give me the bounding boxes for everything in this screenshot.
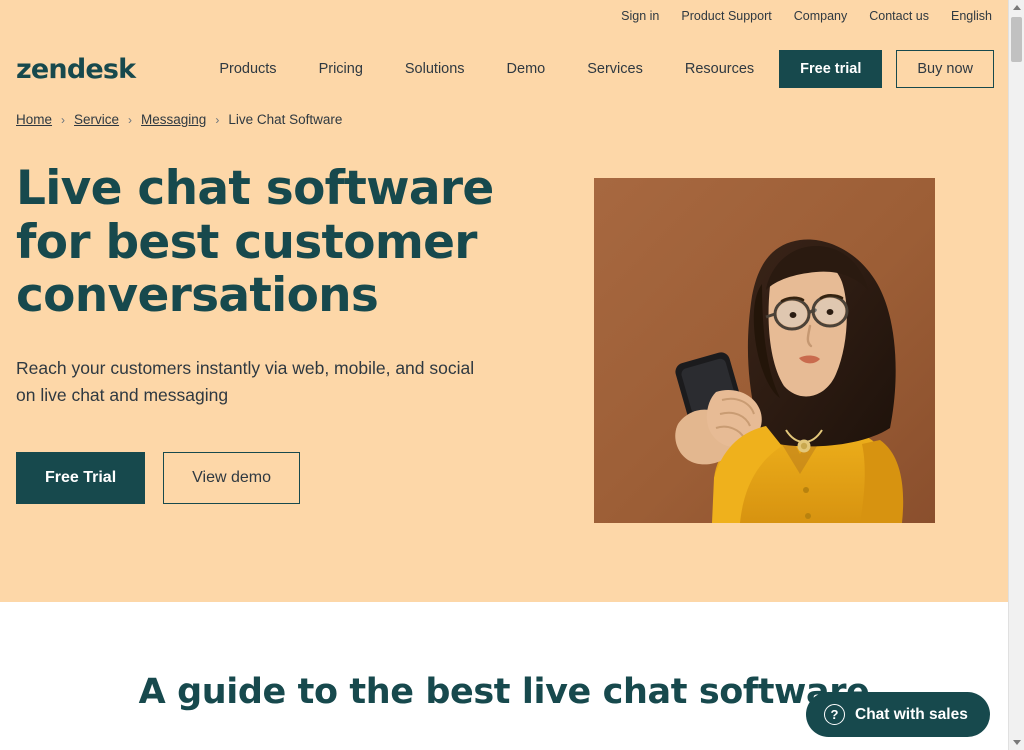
- breadcrumb-separator-icon: ›: [128, 112, 133, 127]
- utility-link-contact-us[interactable]: Contact us: [869, 10, 929, 23]
- utility-link-product-support[interactable]: Product Support: [681, 10, 771, 23]
- utility-link-language[interactable]: English: [951, 10, 992, 23]
- buy-now-button[interactable]: Buy now: [896, 49, 994, 89]
- page-title: Live chat software for best customer con…: [16, 161, 494, 324]
- scroll-down-arrow-icon[interactable]: [1009, 735, 1024, 750]
- scrollbar-thumb[interactable]: [1011, 17, 1022, 62]
- nav-item-pricing[interactable]: Pricing: [319, 61, 363, 77]
- breadcrumb-separator-icon: ›: [61, 112, 66, 127]
- breadcrumb-item-service[interactable]: Service: [74, 112, 119, 127]
- nav-item-products[interactable]: Products: [219, 61, 276, 77]
- header-cta-group: Free trial Buy now: [779, 49, 994, 89]
- hero-view-demo-button[interactable]: View demo: [163, 451, 301, 504]
- chat-widget-label: Chat with sales: [855, 705, 968, 723]
- vertical-scrollbar[interactable]: [1008, 0, 1024, 750]
- hero-image-illustration: [594, 178, 935, 523]
- browser-page: Sign in Product Support Company Contact …: [0, 0, 1024, 750]
- hero-image: [594, 178, 935, 523]
- chat-with-sales-button[interactable]: ? Chat with sales: [806, 692, 990, 737]
- nav-item-demo[interactable]: Demo: [507, 61, 546, 77]
- main-navigation: zendesk Products Pricing Solutions Demo …: [0, 40, 1008, 98]
- utility-nav: Sign in Product Support Company Contact …: [0, 0, 1008, 28]
- hero-content: Live chat software for best customer con…: [16, 162, 556, 504]
- nav-item-services[interactable]: Services: [587, 61, 643, 77]
- breadcrumb-item-current: Live Chat Software: [228, 112, 343, 127]
- hero-subtitle: Reach your customers instantly via web, …: [16, 357, 475, 405]
- nav-item-solutions[interactable]: Solutions: [405, 61, 465, 77]
- nav-links: Products Pricing Solutions Demo Services…: [219, 61, 754, 77]
- breadcrumb-item-home[interactable]: Home: [16, 112, 52, 127]
- hero-cta-group: Free Trial View demo: [16, 451, 556, 504]
- scroll-up-arrow-icon[interactable]: [1009, 0, 1024, 15]
- breadcrumb-separator-icon: ›: [215, 112, 220, 127]
- zendesk-logo[interactable]: zendesk: [16, 56, 136, 83]
- question-mark-circle-icon: ?: [824, 704, 845, 725]
- breadcrumb-item-messaging[interactable]: Messaging: [141, 112, 206, 127]
- utility-link-company[interactable]: Company: [794, 10, 848, 23]
- nav-item-resources[interactable]: Resources: [685, 61, 754, 77]
- page-viewport: Sign in Product Support Company Contact …: [0, 0, 1008, 750]
- utility-link-sign-in[interactable]: Sign in: [621, 10, 659, 23]
- hero-free-trial-button[interactable]: Free Trial: [16, 451, 146, 504]
- breadcrumb: Home › Service › Messaging › Live Chat S…: [16, 112, 342, 127]
- free-trial-button[interactable]: Free trial: [779, 49, 883, 89]
